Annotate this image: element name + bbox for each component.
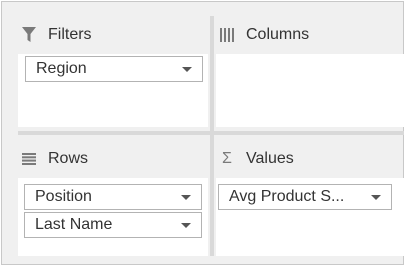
filters-header: Filters: [18, 16, 208, 54]
rows-drop-zone[interactable]: Position Last Name: [18, 178, 208, 256]
field-label: Position: [35, 188, 92, 205]
filter-field-region[interactable]: Region: [25, 56, 203, 82]
row-field-position[interactable]: Position: [24, 184, 202, 210]
field-label: Last Name: [35, 216, 113, 233]
vertical-divider: [210, 16, 214, 256]
funnel-icon: [20, 27, 38, 43]
columns-title: Columns: [246, 26, 310, 43]
columns-area: Columns: [216, 16, 404, 127]
values-title: Values: [246, 150, 294, 167]
dropdown-arrow-icon[interactable]: [182, 66, 192, 72]
columns-drop-zone[interactable]: [216, 54, 404, 127]
rows-area: Rows Position Last Name: [18, 140, 208, 256]
filters-title: Filters: [48, 26, 92, 43]
horizontal-divider: [18, 131, 404, 135]
sigma-icon: Σ: [222, 150, 232, 167]
values-header: Σ Values: [216, 140, 404, 178]
filters-area: Filters Region: [18, 16, 208, 127]
dropdown-arrow-icon[interactable]: [181, 222, 191, 228]
filters-drop-zone[interactable]: Region: [18, 54, 208, 127]
rows-header: Rows: [18, 140, 208, 178]
pivot-field-areas: Filters Region Columns Rows Position Las…: [1, 1, 404, 265]
field-label: Avg Product S...: [229, 188, 345, 205]
dropdown-arrow-icon[interactable]: [371, 194, 381, 200]
rows-title: Rows: [48, 150, 89, 167]
values-drop-zone[interactable]: Avg Product S...: [216, 178, 404, 256]
columns-icon: [218, 28, 236, 42]
value-field-avg-product-sales[interactable]: Avg Product S...: [218, 184, 392, 210]
field-label: Region: [36, 60, 87, 77]
values-area: Σ Values Avg Product S...: [216, 140, 404, 256]
row-field-last-name[interactable]: Last Name: [24, 212, 202, 238]
columns-header: Columns: [216, 16, 404, 54]
dropdown-arrow-icon[interactable]: [181, 194, 191, 200]
rows-icon: [20, 153, 38, 165]
